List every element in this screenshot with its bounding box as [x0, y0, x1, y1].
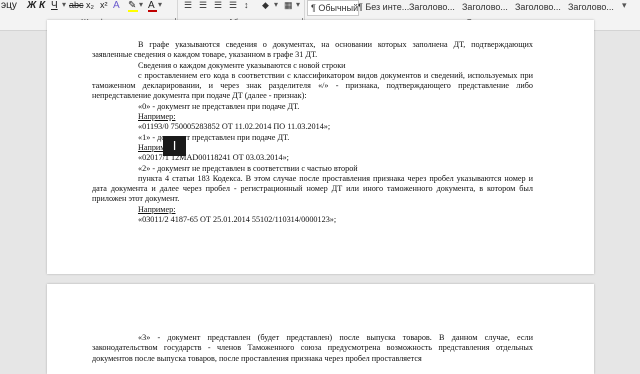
style-normal[interactable]: ¶ Обычный: [307, 0, 359, 16]
superscript-button[interactable]: x²: [100, 0, 108, 10]
align-center-icon[interactable]: ☰: [199, 0, 207, 11]
style-heading-3[interactable]: Заголово...: [512, 0, 566, 14]
shading-icon[interactable]: ◆: [262, 0, 269, 11]
chevron-down-icon[interactable]: ▾: [296, 0, 300, 9]
align-left-icon[interactable]: ☰: [184, 0, 192, 11]
chevron-down-icon[interactable]: ▾: [274, 0, 278, 9]
text-line: «1» - документ представлен при подаче ДТ…: [138, 132, 290, 142]
styles-more-icon[interactable]: ▾: [622, 0, 627, 11]
text-line: законодательством государств - членов Та…: [92, 343, 490, 353]
example-label: Например:: [138, 112, 176, 122]
style-heading-4[interactable]: Заголово...: [565, 0, 619, 14]
paragraph: с проставлением его кода в соответствии …: [92, 71, 533, 102]
text-line: «02017/1 12MAD00118241 ОТ 03.03.2014»;: [138, 153, 289, 163]
text-cursor-icon: I: [163, 136, 186, 156]
text-line: с проставлением его кода в соответствии …: [138, 70, 465, 80]
style-no-spacing[interactable]: ¶ Без инте...: [355, 0, 409, 14]
text-line: «2» - документ не представлен в соответс…: [138, 163, 358, 173]
style-heading-1[interactable]: Заголово...: [406, 0, 460, 14]
line-spacing-icon[interactable]: ↕: [244, 0, 249, 10]
example-label: Например:: [138, 204, 176, 214]
italic-button[interactable]: К: [39, 0, 45, 11]
document-body-page-2[interactable]: «3» - документ представлен (будет предст…: [92, 333, 533, 364]
bold-button[interactable]: Ж: [27, 0, 36, 11]
text-line: пункта 4 статьи 183 Кодекса. В этом случ…: [138, 173, 502, 183]
paragraph: пункта 4 статьи 183 Кодекса. В этом случ…: [92, 174, 533, 205]
font-size-fragment[interactable]: эцу: [1, 0, 17, 11]
text-line: «3» - документ представлен (будет предст…: [138, 333, 533, 342]
text-effects-icon[interactable]: A: [113, 0, 120, 11]
text-line: «03011/2 4187-65 ОТ 25.01.2014 55102/110…: [138, 215, 337, 225]
chevron-down-icon[interactable]: ▾: [158, 0, 162, 9]
text-line: В графе указываются сведения о документа…: [138, 40, 533, 49]
font-color-swatch: [148, 10, 157, 12]
subscript-button[interactable]: x₂: [86, 0, 94, 10]
highlight-color-swatch: [128, 10, 138, 12]
underline-button[interactable]: Ч: [51, 0, 58, 11]
strikethrough-button[interactable]: abc: [69, 0, 84, 10]
borders-icon[interactable]: ▦: [284, 0, 293, 11]
chevron-down-icon[interactable]: ▾: [139, 0, 143, 9]
justify-icon[interactable]: ☰: [229, 0, 237, 11]
text-line: «0» - документ не представлен при подаче…: [138, 101, 300, 111]
text-line: заявленные сведения о каждом товаре, ука…: [92, 50, 318, 60]
paragraph: В графе указываются сведения о документа…: [92, 40, 533, 61]
text-line: Сведения о каждом документе указываются …: [138, 60, 346, 70]
align-right-icon[interactable]: ☰: [214, 0, 222, 11]
document-body-page-1[interactable]: В графе указываются сведения о документа…: [92, 40, 533, 225]
chevron-down-icon[interactable]: ▾: [62, 0, 66, 9]
text-line: «01193/0 750005283852 ОТ 11.02.2014 ПО 1…: [138, 122, 331, 132]
style-heading-2[interactable]: Заголово...: [459, 0, 513, 14]
